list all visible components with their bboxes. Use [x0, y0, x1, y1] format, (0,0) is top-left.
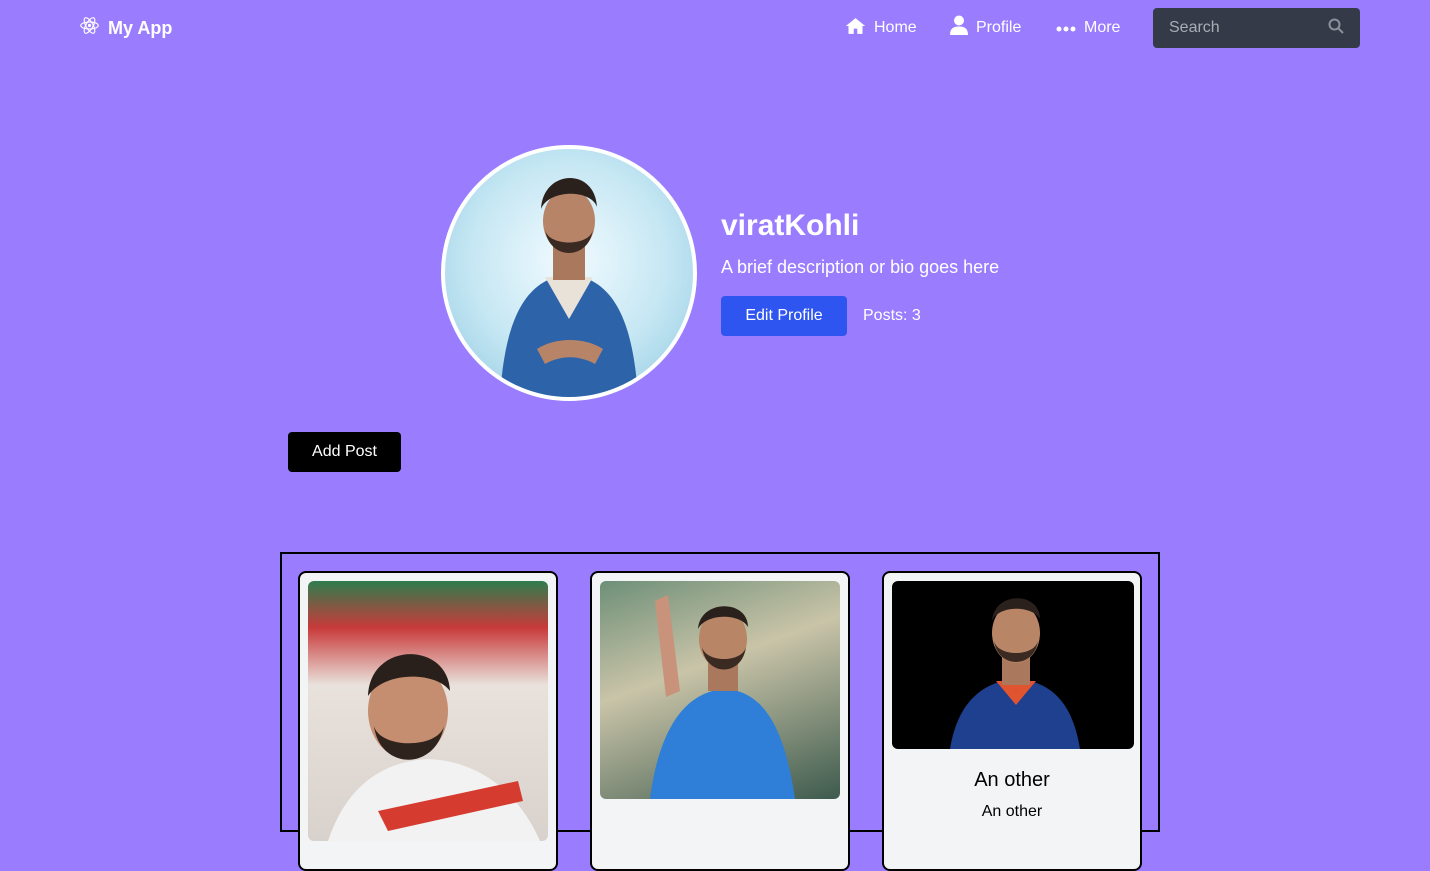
react-atom-icon — [79, 15, 100, 41]
nav-more-label: More — [1084, 19, 1121, 36]
nav-home-label: Home — [874, 19, 917, 36]
profile-info: viratKohli A brief description or bio go… — [721, 208, 999, 278]
user-icon — [950, 15, 968, 41]
nav-home[interactable]: Home — [845, 17, 950, 40]
nav-profile-label: Profile — [976, 19, 1022, 36]
post-photo-1 — [328, 654, 540, 841]
profile-bio: A brief description or bio goes here — [721, 257, 1000, 277]
nav-more[interactable]: More — [1056, 19, 1126, 37]
post-image — [892, 581, 1134, 749]
post-image — [308, 581, 548, 841]
profile-username: viratKohli — [721, 209, 860, 242]
avatar-photo — [500, 177, 638, 397]
posts-count: Posts: 3 — [863, 307, 921, 324]
add-post-button[interactable]: Add Post — [288, 432, 401, 472]
search-icon[interactable] — [1328, 18, 1344, 39]
brand-name: My App — [108, 17, 173, 38]
post-card[interactable] — [298, 571, 558, 871]
post-text: An other — [981, 803, 1043, 820]
nav-links: Home Profile More — [845, 15, 1126, 41]
nav-profile[interactable]: Profile — [950, 15, 1056, 41]
post-card[interactable] — [590, 571, 850, 871]
post-card[interactable]: An other An other — [882, 571, 1142, 871]
search-box — [1153, 8, 1360, 48]
search-input[interactable] — [1169, 19, 1328, 37]
post-title: An other — [974, 769, 1050, 791]
posts-grid: An other An other — [280, 552, 1160, 871]
edit-profile-button[interactable]: Edit Profile — [721, 296, 847, 336]
navbar: My App Home Profile More — [0, 0, 1430, 56]
profile-actions: Edit Profile Posts: 3 — [721, 296, 921, 336]
post-photo-2 — [650, 595, 795, 799]
home-icon — [845, 17, 866, 40]
post-photo-3 — [950, 598, 1080, 749]
ellipsis-icon — [1056, 19, 1076, 37]
brand[interactable]: My App — [79, 16, 172, 40]
avatar — [441, 145, 697, 401]
post-image — [600, 581, 840, 799]
